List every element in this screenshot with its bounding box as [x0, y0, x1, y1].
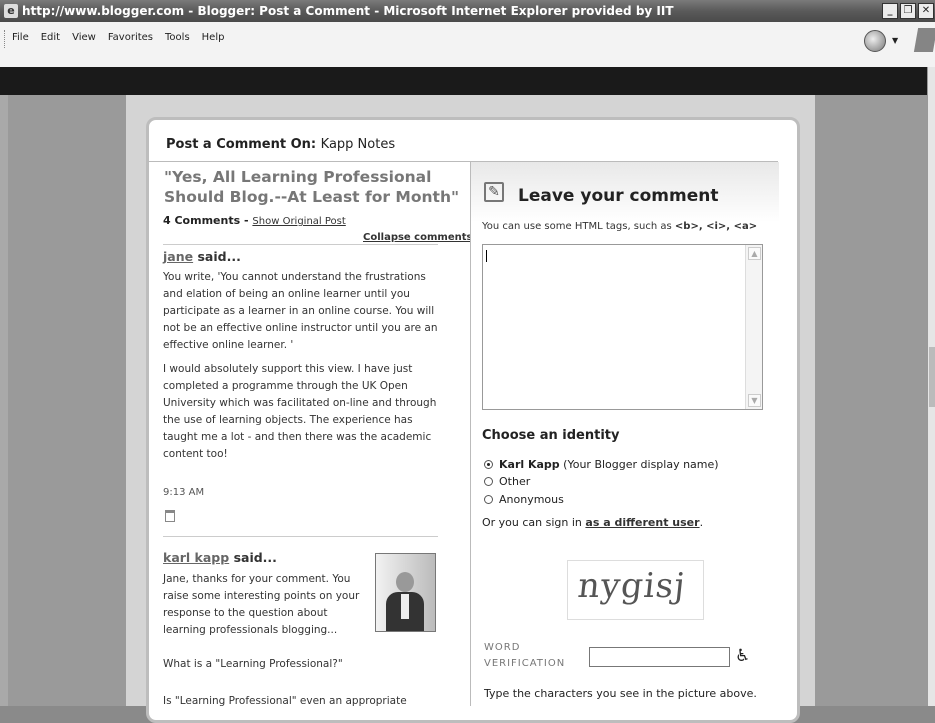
author-link[interactable]: karl kapp	[163, 550, 229, 565]
scrollbar-thumb[interactable]	[929, 347, 935, 407]
menu-view[interactable]: View	[72, 32, 96, 43]
captcha-instructions: Type the characters you see in the pictu…	[484, 687, 757, 700]
comment-text: What is a "Learning Professional?"	[163, 658, 343, 670]
trash-icon[interactable]	[165, 510, 175, 522]
identity-name: Anonymous	[499, 493, 564, 506]
left-margin	[8, 95, 126, 706]
collapse-comments-link[interactable]: Collapse comments	[363, 232, 472, 243]
identity-option-blogger[interactable]: Karl Kapp (Your Blogger display name)	[484, 458, 719, 471]
comment-text: Is "Learning Professional" even an appro…	[163, 695, 407, 707]
textarea-scrollbar[interactable]: ▲ ▼	[745, 245, 762, 409]
author-link[interactable]: jane	[163, 249, 193, 264]
window-title: http://www.blogger.com - Blogger: Post a…	[22, 4, 674, 18]
divider	[163, 244, 438, 245]
close-button[interactable]: ✕	[918, 3, 934, 19]
captcha-text: nygisj	[575, 566, 688, 606]
menu-help[interactable]: Help	[202, 32, 225, 43]
menu-edit[interactable]: Edit	[41, 32, 60, 43]
text-caret	[486, 250, 487, 262]
comment-time[interactable]: 9:13 AM	[163, 487, 204, 498]
blog-name: Kapp Notes	[320, 137, 396, 152]
author-photo[interactable]	[375, 553, 436, 632]
identity-option-anonymous[interactable]: Anonymous	[484, 493, 564, 506]
toolbar-grip[interactable]	[4, 30, 8, 48]
html-tags: <b>, <i>, <a>	[674, 221, 758, 232]
go-icon[interactable]	[864, 30, 886, 52]
comment-text: You write, 'You cannot understand the fr…	[163, 271, 438, 351]
divider	[163, 536, 438, 537]
menu-list: File Edit View Favorites Tools Help	[12, 32, 236, 43]
menu-file[interactable]: File	[12, 32, 29, 43]
blogger-header-band	[0, 67, 935, 95]
restore-button[interactable]: ❐	[900, 3, 916, 19]
word-verification-label: WORD VERIFICATION	[484, 642, 566, 669]
sign-in-different-user-link[interactable]: as a different user	[585, 516, 699, 529]
page-title: Post a Comment On: Kapp Notes	[166, 137, 395, 152]
scroll-up-icon[interactable]: ▲	[748, 247, 761, 260]
heading-prefix: Post a Comment On:	[166, 137, 317, 152]
identity-name: Karl Kapp	[499, 458, 560, 471]
radio-button[interactable]	[484, 460, 493, 469]
menu-tools[interactable]: Tools	[165, 32, 190, 43]
said-label: said...	[233, 550, 277, 565]
form-title: Leave your comment	[518, 186, 719, 206]
word-verification-input[interactable]	[589, 647, 730, 667]
accessibility-icon[interactable]: ♿	[735, 646, 750, 666]
show-original-post-link[interactable]: Show Original Post	[252, 216, 345, 227]
comment-author: karl kapp said...	[163, 550, 277, 565]
menu-favorites[interactable]: Favorites	[108, 32, 153, 43]
dropdown-arrow-icon[interactable]: ▼	[892, 36, 898, 45]
count-separator: -	[243, 214, 249, 227]
html-tags-hint: You can use some HTML tags, such as <b>,…	[482, 221, 758, 232]
comment-count: 4 Comments	[163, 214, 241, 227]
sign-in-line: Or you can sign in as a different user.	[482, 516, 704, 529]
identity-option-other[interactable]: Other	[484, 475, 530, 488]
right-margin	[815, 95, 927, 706]
window-title-bar: e http://www.blogger.com - Blogger: Post…	[0, 0, 935, 22]
comment-text: I would absolutely support this view. I …	[163, 363, 437, 460]
scroll-down-icon[interactable]: ▼	[748, 394, 761, 407]
comment-author: jane said...	[163, 249, 241, 264]
minimize-button[interactable]: _	[882, 3, 898, 19]
radio-button[interactable]	[484, 477, 493, 486]
said-label: said...	[197, 249, 241, 264]
identity-note: (Your Blogger display name)	[563, 458, 719, 471]
comment-text: Jane, thanks for your comment. You raise…	[163, 573, 360, 636]
identity-name: Other	[499, 475, 531, 488]
menu-bar: File Edit View Favorites Tools Help	[0, 22, 935, 68]
captcha-image: nygisj	[567, 560, 704, 620]
comment-count-row: 4 Comments - Show Original Post	[163, 214, 346, 227]
identity-heading: Choose an identity	[482, 428, 620, 443]
comment-textarea[interactable]: ▲ ▼	[482, 244, 763, 410]
vertical-scrollbar[interactable]	[927, 67, 935, 706]
pencil-icon: ✎	[484, 182, 504, 202]
windows-logo-icon	[913, 28, 935, 52]
ie-icon: e	[4, 4, 18, 18]
radio-button[interactable]	[484, 495, 493, 504]
post-title: "Yes, All Learning Professional Should B…	[164, 168, 460, 206]
